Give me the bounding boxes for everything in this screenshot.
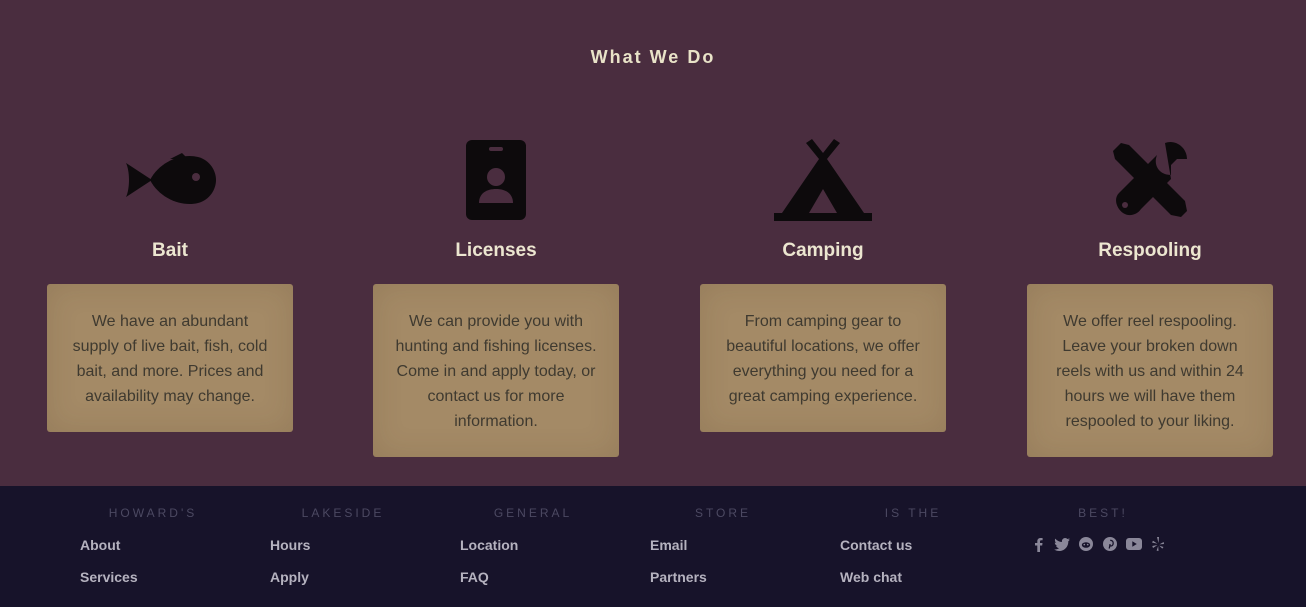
- footer-column: LAKESIDE Hours Apply: [248, 506, 438, 586]
- service-description: From camping gear to beautiful locations…: [726, 313, 920, 405]
- footer-column-heading: LAKESIDE: [301, 506, 385, 520]
- tools-icon: [1027, 136, 1273, 224]
- footer-column: BEST!: [1008, 506, 1198, 552]
- footer-column-heading: BEST!: [1078, 506, 1128, 520]
- footer-column-heading: STORE: [694, 506, 752, 520]
- service-camping: Camping From camping gear to beautiful l…: [700, 136, 946, 432]
- service-description: We have an abundant supply of live bait,…: [72, 313, 268, 405]
- service-bait: Bait We have an abundant supply of live …: [47, 136, 293, 432]
- service-heading: Camping: [782, 240, 864, 261]
- pinterest-icon[interactable]: [1102, 536, 1118, 552]
- service-card: We offer reel respooling. Leave your bro…: [1027, 284, 1273, 457]
- service-licenses: Licenses We can provide you with hunting…: [373, 136, 619, 457]
- twitter-icon[interactable]: [1054, 536, 1070, 552]
- service-heading: Respooling: [1098, 240, 1202, 261]
- footer-link-services[interactable]: Services: [58, 569, 248, 586]
- service-respooling: Respooling We offer reel respooling. Lea…: [1027, 136, 1273, 457]
- service-card: From camping gear to beautiful locations…: [700, 284, 946, 432]
- service-heading: Bait: [152, 240, 188, 261]
- service-card: We can provide you with hunting and fish…: [373, 284, 619, 457]
- id-badge-icon: [373, 136, 619, 224]
- footer-link-faq[interactable]: FAQ: [438, 569, 628, 586]
- site-footer: HOWARD'S About Services LAKESIDE Hours A…: [0, 486, 1306, 607]
- service-description: We can provide you with hunting and fish…: [395, 313, 597, 430]
- fish-icon: [47, 136, 293, 224]
- youtube-icon[interactable]: [1126, 536, 1142, 552]
- footer-link-partners[interactable]: Partners: [628, 569, 818, 586]
- footer-link-email[interactable]: Email: [628, 537, 818, 554]
- footer-column: STORE Email Partners: [628, 506, 818, 586]
- footer-link-apply[interactable]: Apply: [248, 569, 438, 586]
- service-heading: Licenses: [455, 240, 537, 261]
- service-description: We offer reel respooling. Leave your bro…: [1056, 313, 1244, 430]
- footer-column: IS THE Contact us Web chat: [818, 506, 1008, 586]
- footer-column-heading: IS THE: [884, 506, 942, 520]
- footer-link-web-chat[interactable]: Web chat: [818, 569, 1008, 586]
- yelp-icon[interactable]: [1150, 536, 1166, 552]
- footer-column: GENERAL Location FAQ: [438, 506, 628, 586]
- footer-link-location[interactable]: Location: [438, 537, 628, 554]
- what-we-do-section: What We Do Bait We have an abundant supp…: [0, 0, 1306, 486]
- reddit-icon[interactable]: [1078, 536, 1094, 552]
- section-title: What We Do: [590, 47, 716, 67]
- tent-icon: [700, 136, 946, 224]
- footer-link-hours[interactable]: Hours: [248, 537, 438, 554]
- footer-column: HOWARD'S About Services: [58, 506, 248, 586]
- footer-column-heading: GENERAL: [493, 506, 573, 520]
- facebook-icon[interactable]: [1030, 536, 1046, 552]
- footer-column-heading: HOWARD'S: [108, 506, 198, 520]
- footer-link-contact-us[interactable]: Contact us: [818, 537, 1008, 554]
- social-links: [1008, 536, 1198, 552]
- service-card: We have an abundant supply of live bait,…: [47, 284, 293, 432]
- footer-link-about[interactable]: About: [58, 537, 248, 554]
